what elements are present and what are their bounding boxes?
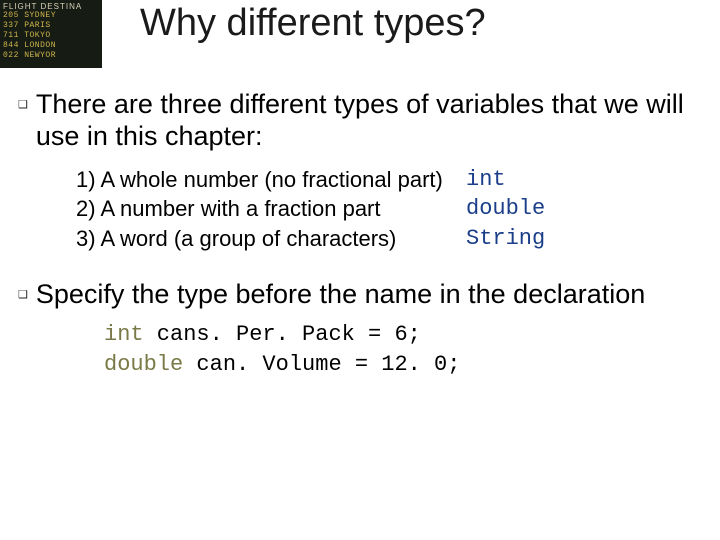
decor-heading: FLIGHT DESTINA — [0, 0, 102, 11]
slide: FLIGHT DESTINA 205 SYDNEY 337 PARIS 711 … — [0, 0, 720, 540]
bullet-block-1: ❑ There are three different types of var… — [18, 88, 702, 254]
sub-row: 3) A word (a group of characters) String — [76, 224, 702, 254]
code-keyword: int — [104, 322, 144, 347]
bullet-line: ❑ There are three different types of var… — [18, 88, 702, 153]
sub-list: 1) A whole number (no fractional part) i… — [76, 165, 702, 254]
decor-row: 711 TOKYO — [0, 31, 102, 41]
code-block: int cans. Per. Pack = 6; double can. Vol… — [104, 320, 702, 379]
decor-row: 337 PARIS — [0, 21, 102, 31]
bullet-text-2: Specify the type before the name in the … — [36, 278, 645, 310]
code-rest: can. Volume = 12. 0; — [183, 352, 460, 377]
title-underline — [102, 52, 716, 66]
bullet-line: ❑ Specify the type before the name in th… — [18, 278, 702, 310]
sub-desc: 2) A number with a fraction part — [76, 194, 466, 224]
bullet-icon: ❑ — [18, 288, 28, 301]
code-rest: cans. Per. Pack = 6; — [144, 322, 421, 347]
sub-type: int — [466, 165, 506, 195]
sub-type: String — [466, 224, 545, 254]
bullet-block-2: ❑ Specify the type before the name in th… — [18, 278, 702, 380]
sub-type: double — [466, 194, 545, 224]
sub-row: 1) A whole number (no fractional part) i… — [76, 165, 702, 195]
decor-row: 022 NEWYOR — [0, 51, 102, 61]
code-line: int cans. Per. Pack = 6; — [104, 320, 702, 350]
bullet-icon: ❑ — [18, 98, 28, 111]
sub-desc: 3) A word (a group of characters) — [76, 224, 466, 254]
decor-row: 205 SYDNEY — [0, 11, 102, 21]
code-line: double can. Volume = 12. 0; — [104, 350, 702, 380]
sub-row: 2) A number with a fraction part double — [76, 194, 702, 224]
header-decor-image: FLIGHT DESTINA 205 SYDNEY 337 PARIS 711 … — [0, 0, 102, 68]
slide-title: Why different types? — [140, 2, 486, 45]
bullet-text-1: There are three different types of varia… — [36, 88, 702, 153]
sub-desc: 1) A whole number (no fractional part) — [76, 165, 466, 195]
decor-row: 844 LONDON — [0, 41, 102, 51]
slide-content: ❑ There are three different types of var… — [18, 88, 702, 390]
code-keyword: double — [104, 352, 183, 377]
